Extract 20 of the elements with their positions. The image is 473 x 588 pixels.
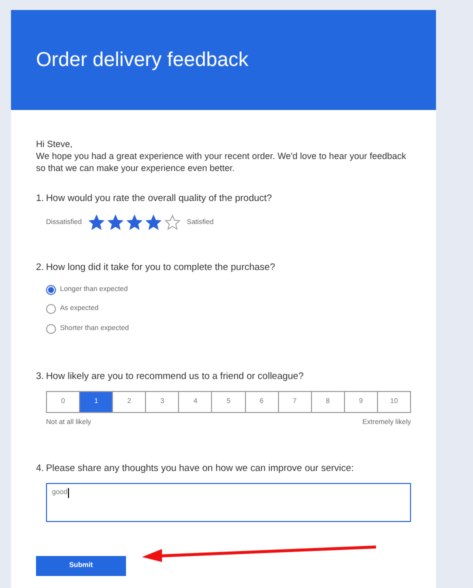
question-number: 4. [36,462,44,476]
filled-star-icon[interactable] [106,214,124,232]
radio-button[interactable] [46,284,56,295]
greeting-text: Hi Steve, [36,138,74,150]
question-number: 1. [36,192,44,206]
filled-star-icon[interactable] [88,214,105,232]
star-rating[interactable] [88,214,181,232]
question-number: 2. [36,261,44,276]
question-text: How likely are you to recommend us to a friend or colleague? [46,370,304,384]
radio-button[interactable] [46,304,56,314]
intro-text: We hope you had a great experience with your recent order. We'd love to hear your feedback so that we can make your experience even better. [36,150,408,174]
question-text: Please share any thoughts you have on how we can improve our service: [46,462,354,476]
empty-star-icon[interactable] [164,214,181,232]
filled-star-icon[interactable] [144,214,162,232]
radio-button[interactable] [46,324,56,334]
question-text: How would you rate the overall quality of the product? [46,192,272,206]
question-text: How long did it take for you to complete the purchase? [46,261,276,276]
question-number: 3. [36,370,44,384]
filled-star-icon[interactable] [126,214,143,232]
page-title: Order delivery feedback [36,48,248,73]
